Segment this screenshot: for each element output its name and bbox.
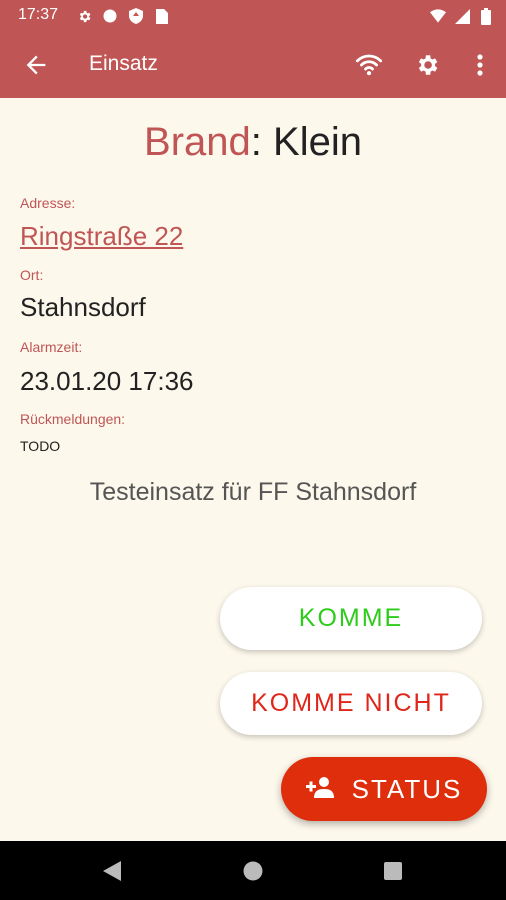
address-label: Adresse: bbox=[20, 195, 76, 211]
address-link[interactable]: Ringstraße 22 bbox=[20, 221, 183, 252]
arrow-left-icon[interactable] bbox=[22, 51, 50, 79]
incident-separator: : bbox=[250, 120, 274, 164]
circle-icon bbox=[102, 8, 118, 24]
incident-description: Testeinsatz für FF Stahnsdorf bbox=[89, 478, 417, 506]
komme-nicht-button[interactable]: KOMME NICHT bbox=[220, 672, 482, 735]
signal-icon bbox=[454, 8, 470, 24]
incident-level: Klein bbox=[273, 120, 362, 164]
nav-bar bbox=[0, 841, 506, 900]
page-title: Einsatz bbox=[89, 52, 158, 75]
status-bar: 17:37 bbox=[0, 0, 506, 32]
city-value: Stahnsdorf bbox=[20, 292, 146, 322]
incident-headline: Brand: Klein bbox=[0, 120, 506, 165]
status-button[interactable]: STATUS bbox=[281, 757, 487, 821]
status-time: 17:37 bbox=[18, 6, 59, 23]
feedback-label: Rückmeldungen: bbox=[20, 411, 126, 427]
wifi-icon bbox=[430, 8, 446, 24]
shield-icon bbox=[128, 8, 144, 24]
feedback-value: TODO bbox=[20, 438, 61, 454]
person-add-icon bbox=[305, 776, 334, 803]
battery-icon bbox=[478, 7, 494, 25]
alarm-time-label: Alarmzeit: bbox=[20, 339, 83, 355]
home-circle-icon[interactable] bbox=[242, 860, 264, 882]
app-bar: Einsatz bbox=[0, 32, 506, 98]
incident-kind: Brand bbox=[144, 120, 251, 164]
gear-icon bbox=[76, 8, 92, 24]
city-label: Ort: bbox=[20, 267, 44, 283]
wifi-icon[interactable] bbox=[354, 50, 384, 80]
back-triangle-icon[interactable] bbox=[101, 860, 123, 882]
recents-square-icon[interactable] bbox=[382, 860, 404, 882]
alarm-time-value: 23.01.20 17:36 bbox=[20, 366, 194, 396]
sim-icon bbox=[154, 8, 170, 24]
komme-button[interactable]: KOMME bbox=[220, 587, 482, 650]
more-vert-icon[interactable] bbox=[465, 50, 495, 80]
status-button-label: STATUS bbox=[351, 773, 463, 804]
gear-icon[interactable] bbox=[412, 50, 442, 80]
